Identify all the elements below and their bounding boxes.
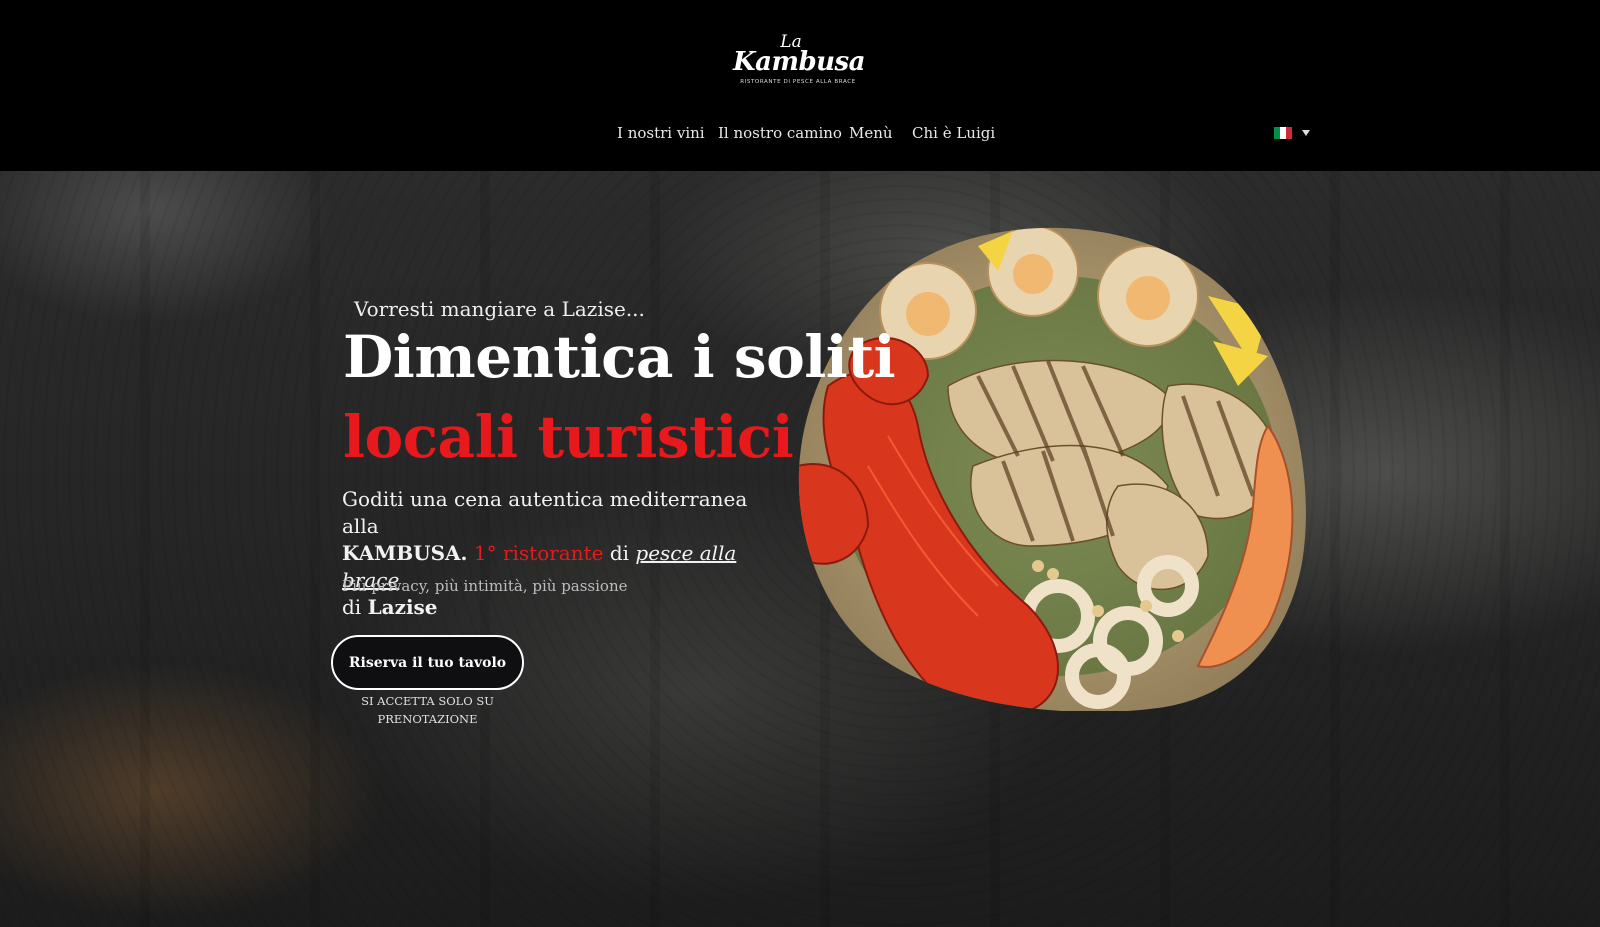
main-nav: I nostri vini Il nostro camino Menù Chi …	[0, 124, 1600, 148]
logo-script-name: Kambusa	[733, 47, 866, 77]
desc-part3: di	[342, 595, 362, 619]
hero-eyebrow: Vorresti mangiare a Lazise...	[354, 297, 645, 321]
hero-section: Vorresti mangiare a Lazise... Dimentica …	[0, 171, 1600, 927]
site-header: La Kambusa RISTORANTE DI PESCE ALLA BRAC…	[0, 0, 1600, 171]
italian-flag-icon	[1274, 127, 1292, 139]
reserve-table-button[interactable]: Riserva il tuo tavolo	[331, 635, 524, 690]
site-logo[interactable]: La Kambusa RISTORANTE DI PESCE ALLA BRAC…	[733, 34, 866, 92]
hero-tagline: Più privacy, più intimità, più passione	[342, 577, 628, 595]
desc-part2: di	[609, 541, 630, 565]
desc-city: Lazise	[367, 595, 438, 619]
reservation-note: SI ACCETTA SOLO SU PRENOTAZIONE	[361, 694, 494, 726]
hero-title-line1: Dimentica i soliti	[343, 323, 896, 391]
desc-brand: KAMBUSA.	[342, 541, 468, 565]
chevron-down-icon	[1302, 130, 1310, 136]
language-selector[interactable]	[1274, 127, 1310, 139]
hero-description: Goditi una cena autentica mediterranea a…	[342, 486, 782, 621]
nav-item-luigi[interactable]: Chi è Luigi	[912, 124, 995, 142]
logo-subtitle: RISTORANTE DI PESCE ALLA BRACE	[740, 79, 856, 85]
nav-item-vini[interactable]: I nostri vini	[617, 124, 705, 142]
seafood-platter-image	[798, 227, 1306, 711]
desc-part1: Goditi una cena autentica mediterranea a…	[342, 487, 748, 538]
nav-item-menu[interactable]: Menù	[849, 124, 893, 142]
hero-title-line2: locali turistici	[343, 403, 794, 471]
desc-highlight: 1° ristorante	[473, 541, 604, 565]
nav-item-camino[interactable]: Il nostro camino	[718, 124, 842, 142]
